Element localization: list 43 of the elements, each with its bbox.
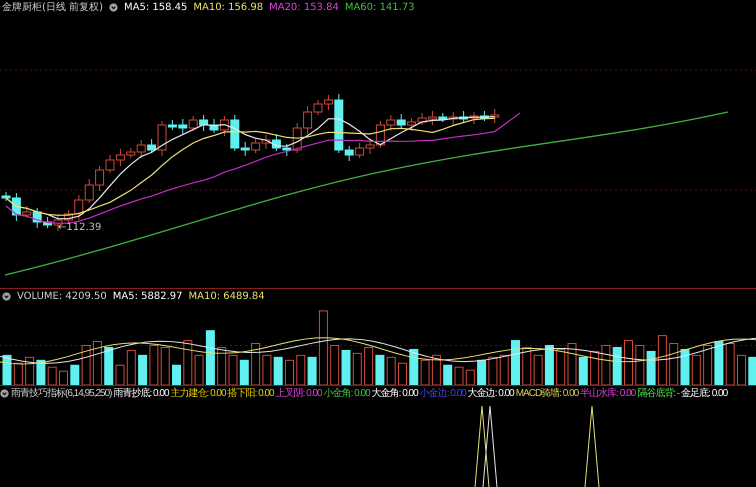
legend-label: MA60: 141.73 (344, 1, 415, 14)
legend-label: 大金边: 0.00 (468, 387, 514, 400)
candlestick (106, 154, 114, 174)
candlestick (490, 108, 500, 124)
legend-label: VOLUME: 4209.50 (17, 290, 107, 303)
candlestick (251, 138, 260, 154)
candlestick (470, 112, 478, 124)
candlestick (459, 110, 468, 122)
legend-label: 隔谷底背: - (637, 387, 680, 400)
candlestick (418, 112, 426, 126)
candlestick (396, 114, 406, 128)
indicator-title: 雨青技巧指标(6,14,95,250) (11, 387, 112, 400)
legend-label: MA5: 158.45 (124, 1, 188, 14)
legend-label: MA10: 6489.84 (188, 290, 265, 303)
chevron-circle-icon[interactable] (2, 292, 11, 301)
legend-label: 大金角: 0.00 (372, 387, 418, 400)
candlestick (407, 118, 416, 132)
legend-label: 搭下阳: 0.00 (228, 387, 274, 400)
legend-label: 小金角: 0.00 (324, 387, 370, 400)
candlestick (95, 166, 104, 192)
candlestick (272, 134, 281, 152)
candlestick (188, 116, 198, 132)
candlestick (262, 134, 270, 150)
chevron-circle-icon[interactable] (0, 389, 9, 398)
chart-title: 金牌厨柜(日线 前复权) (2, 1, 103, 14)
legend-label: 半山水库: 0.00 (580, 387, 636, 400)
candlestick (210, 118, 218, 134)
legend-label: 主力建仓: 0.00 (170, 387, 226, 400)
candlestick (448, 112, 458, 126)
legend-label: MACD骑墙: 0.00 (516, 387, 578, 400)
legend-label: 上叉阴: 0.00 (276, 387, 322, 400)
legend-label: 金足底: 0.00 (681, 387, 728, 400)
legend-label: MA5: 5882.97 (112, 290, 183, 303)
legend-label: MA20: 153.84 (269, 1, 339, 14)
candlestick (84, 178, 94, 204)
legend-label: MA10: 156.98 (193, 1, 264, 14)
candlestick (199, 114, 208, 132)
candlestick (355, 142, 364, 158)
candlestick (480, 110, 489, 122)
chevron-circle-icon[interactable] (108, 3, 118, 12)
price-label: ←112.39 (58, 222, 102, 233)
legend-label: 小金边: 0.00 (420, 387, 466, 400)
legend-label: 雨青抄底: 0.00 (114, 387, 169, 400)
